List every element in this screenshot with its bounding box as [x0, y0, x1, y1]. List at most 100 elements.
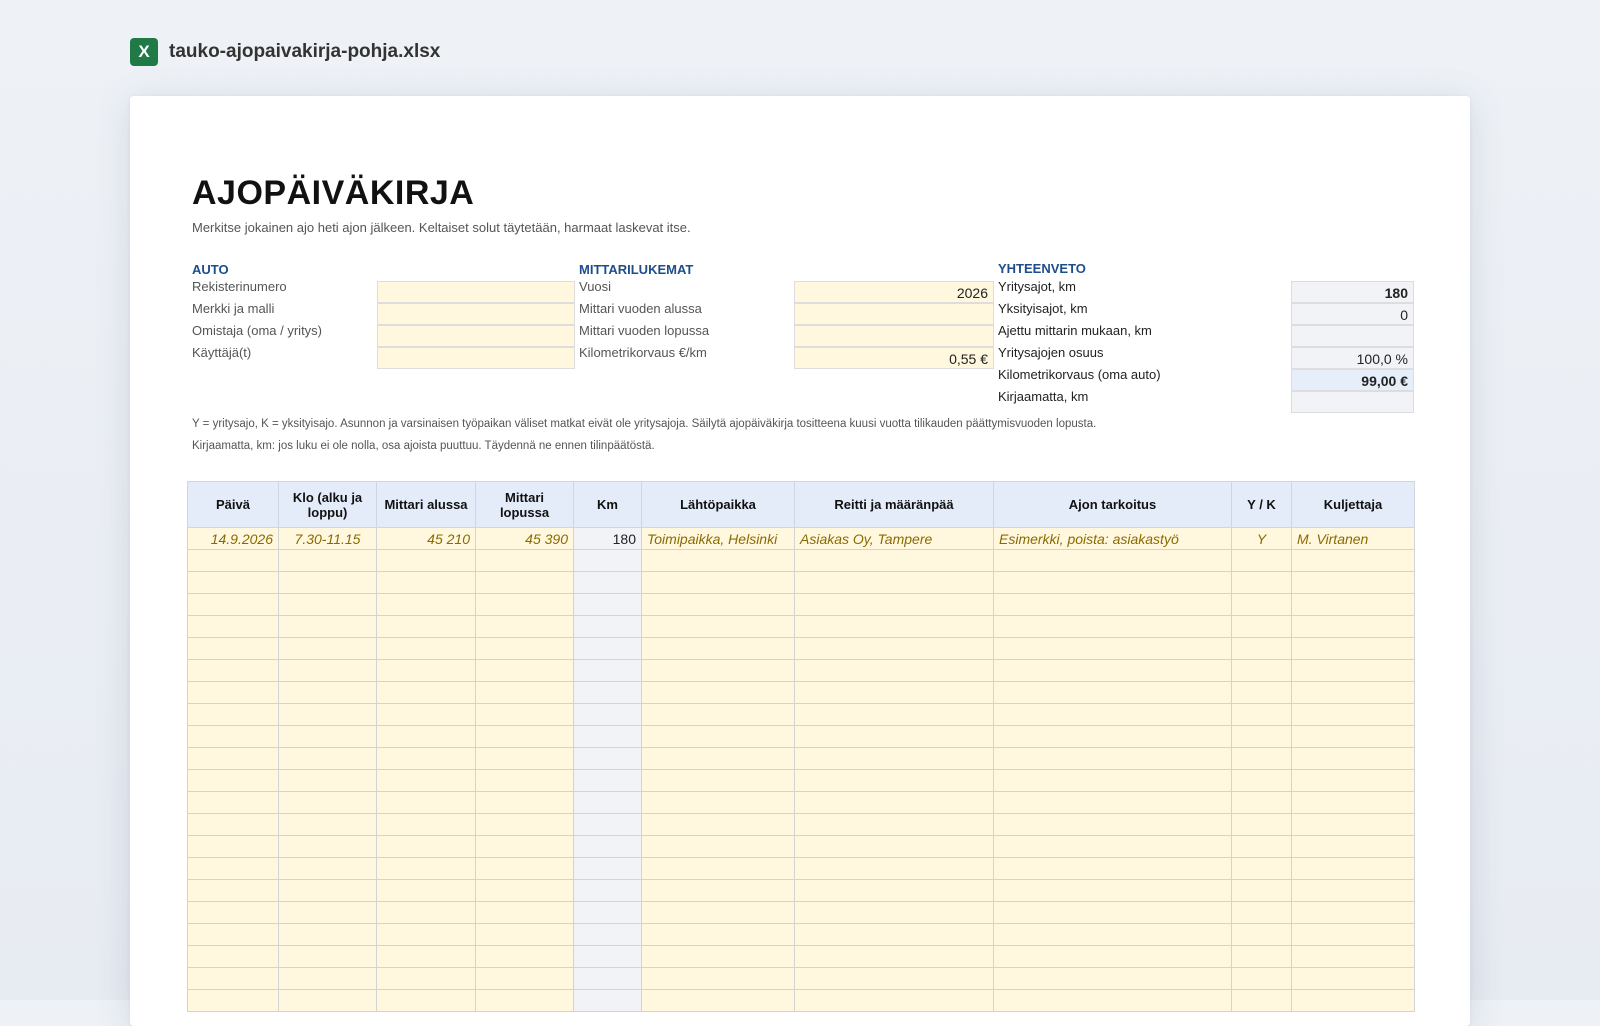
cell-time[interactable] — [278, 747, 377, 770]
cell-trip-type[interactable] — [1231, 901, 1292, 924]
cell-odometer-end[interactable] — [475, 769, 574, 792]
cell-driver[interactable] — [1291, 571, 1415, 594]
cell-driver[interactable] — [1291, 549, 1415, 572]
cell-purpose[interactable] — [993, 791, 1232, 814]
cell-route[interactable] — [794, 549, 994, 572]
cell-trip-type[interactable] — [1231, 571, 1292, 594]
cell-route[interactable] — [794, 923, 994, 946]
cell-odometer-start[interactable] — [376, 593, 476, 616]
cell-route[interactable] — [794, 637, 994, 660]
cell-odometer-start[interactable] — [376, 923, 476, 946]
cell-odometer-end[interactable] — [475, 901, 574, 924]
cell-purpose[interactable] — [993, 747, 1232, 770]
cell-departure[interactable] — [641, 989, 795, 1012]
cell-driver[interactable] — [1291, 857, 1415, 880]
cell-date[interactable] — [187, 857, 279, 880]
cell-driver[interactable] — [1291, 747, 1415, 770]
cell-odometer-end[interactable] — [475, 835, 574, 858]
cell-driver[interactable] — [1291, 835, 1415, 858]
cell-odometer-start[interactable] — [376, 681, 476, 704]
odometer-start-input[interactable] — [794, 303, 994, 325]
cell-trip-type[interactable] — [1231, 835, 1292, 858]
cell-time[interactable] — [278, 813, 377, 836]
cell-odometer-end[interactable] — [475, 813, 574, 836]
cell-purpose[interactable] — [993, 637, 1232, 660]
cell-odometer-end[interactable]: 45 390 — [475, 527, 574, 550]
cell-departure[interactable] — [641, 813, 795, 836]
cell-departure[interactable] — [641, 769, 795, 792]
cell-time[interactable] — [278, 923, 377, 946]
cell-odometer-end[interactable] — [475, 549, 574, 572]
cell-driver[interactable] — [1291, 615, 1415, 638]
cell-departure[interactable] — [641, 615, 795, 638]
cell-odometer-end[interactable] — [475, 615, 574, 638]
cell-departure[interactable] — [641, 593, 795, 616]
cell-purpose[interactable] — [993, 549, 1232, 572]
cell-odometer-start[interactable]: 45 210 — [376, 527, 476, 550]
cell-odometer-end[interactable] — [475, 879, 574, 902]
cell-odometer-start[interactable] — [376, 791, 476, 814]
owner-input[interactable] — [377, 325, 575, 347]
cell-departure[interactable] — [641, 967, 795, 990]
cell-odometer-start[interactable] — [376, 835, 476, 858]
cell-date[interactable] — [187, 923, 279, 946]
cell-route[interactable] — [794, 747, 994, 770]
cell-departure[interactable] — [641, 637, 795, 660]
cell-purpose[interactable] — [993, 857, 1232, 880]
cell-departure[interactable] — [641, 791, 795, 814]
cell-purpose[interactable] — [993, 901, 1232, 924]
cell-odometer-start[interactable] — [376, 989, 476, 1012]
cell-purpose[interactable] — [993, 879, 1232, 902]
cell-purpose[interactable] — [993, 769, 1232, 792]
cell-time[interactable] — [278, 791, 377, 814]
cell-date[interactable] — [187, 593, 279, 616]
cell-odometer-end[interactable] — [475, 725, 574, 748]
cell-purpose[interactable] — [993, 659, 1232, 682]
cell-departure[interactable] — [641, 659, 795, 682]
cell-date[interactable] — [187, 879, 279, 902]
cell-driver[interactable] — [1291, 989, 1415, 1012]
register-number-input[interactable] — [377, 281, 575, 303]
cell-trip-type[interactable]: Y — [1231, 527, 1292, 550]
cell-odometer-end[interactable] — [475, 593, 574, 616]
cell-route[interactable] — [794, 681, 994, 704]
cell-trip-type[interactable] — [1231, 593, 1292, 616]
cell-driver[interactable] — [1291, 945, 1415, 968]
cell-time[interactable] — [278, 571, 377, 594]
cell-route[interactable] — [794, 989, 994, 1012]
cell-odometer-end[interactable] — [475, 967, 574, 990]
cell-odometer-start[interactable] — [376, 549, 476, 572]
cell-date[interactable] — [187, 813, 279, 836]
cell-route[interactable] — [794, 725, 994, 748]
cell-time[interactable] — [278, 769, 377, 792]
cell-driver[interactable] — [1291, 659, 1415, 682]
cell-trip-type[interactable] — [1231, 681, 1292, 704]
cell-odometer-start[interactable] — [376, 637, 476, 660]
km-rate-input[interactable]: 0,55 € — [794, 347, 994, 369]
cell-purpose[interactable] — [993, 681, 1232, 704]
cell-route[interactable] — [794, 879, 994, 902]
cell-departure[interactable] — [641, 857, 795, 880]
cell-route[interactable] — [794, 835, 994, 858]
cell-date[interactable] — [187, 681, 279, 704]
cell-route[interactable] — [794, 659, 994, 682]
cell-odometer-end[interactable] — [475, 571, 574, 594]
cell-time[interactable] — [278, 593, 377, 616]
cell-driver[interactable] — [1291, 813, 1415, 836]
cell-purpose[interactable] — [993, 923, 1232, 946]
cell-departure[interactable] — [641, 835, 795, 858]
cell-date[interactable] — [187, 659, 279, 682]
cell-time[interactable] — [278, 659, 377, 682]
cell-trip-type[interactable] — [1231, 879, 1292, 902]
cell-trip-type[interactable] — [1231, 945, 1292, 968]
cell-date[interactable] — [187, 571, 279, 594]
cell-driver[interactable]: M. Virtanen — [1291, 527, 1415, 550]
cell-odometer-end[interactable] — [475, 989, 574, 1012]
cell-date[interactable] — [187, 835, 279, 858]
cell-driver[interactable] — [1291, 681, 1415, 704]
cell-route[interactable] — [794, 945, 994, 968]
cell-trip-type[interactable] — [1231, 967, 1292, 990]
cell-odometer-start[interactable] — [376, 945, 476, 968]
cell-trip-type[interactable] — [1231, 769, 1292, 792]
cell-departure[interactable] — [641, 879, 795, 902]
